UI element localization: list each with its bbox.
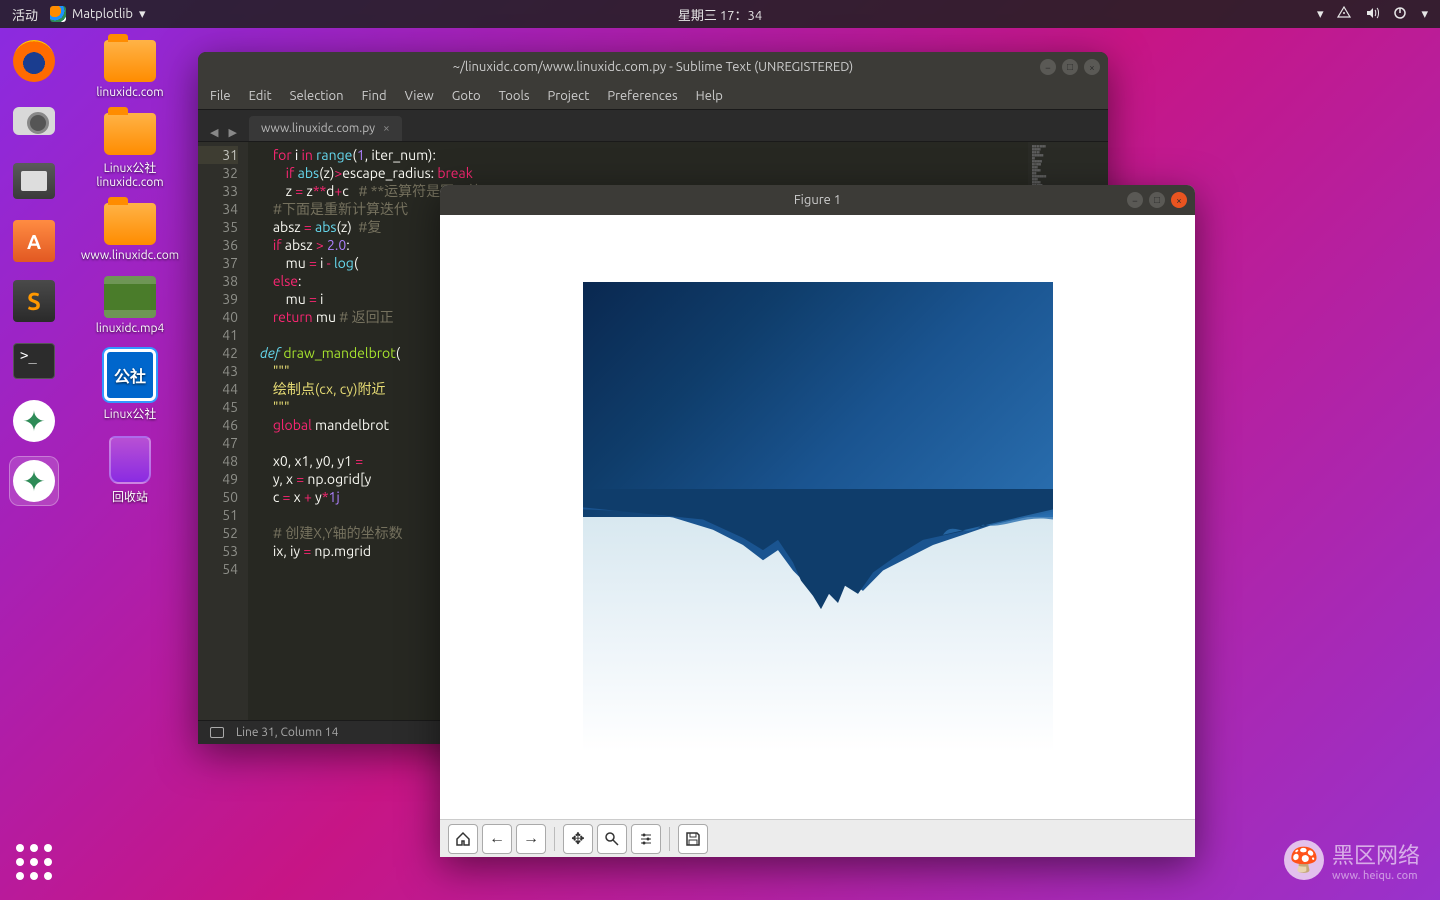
window-title: Figure 1 [794, 193, 841, 207]
minimize-button[interactable]: − [1040, 59, 1056, 75]
back-button[interactable]: ← [482, 824, 512, 854]
terminal-icon [13, 343, 55, 379]
desktop-folder-1[interactable]: linuxidc.com [90, 40, 170, 99]
firefox-icon [13, 40, 55, 82]
figure-canvas[interactable] [440, 215, 1195, 819]
app-menu[interactable]: Matplotlib ▾ [50, 6, 146, 22]
launcher-matplotlib-2[interactable] [9, 456, 59, 506]
tab-file[interactable]: www.linuxidc.com.py × [249, 116, 402, 141]
app-name-label: Matplotlib [72, 7, 133, 21]
figure-titlebar[interactable]: Figure 1 − □ × [440, 185, 1195, 215]
pan-button[interactable]: ✥ [563, 824, 593, 854]
sublime-tabbar: ◀▶ www.linuxidc.com.py × [198, 110, 1108, 142]
camera-icon [13, 107, 55, 135]
tab-close-icon[interactable]: × [383, 122, 390, 135]
mandelbrot-plot [583, 282, 1053, 752]
sublime-menubar: File Edit Selection Find View Goto Tools… [198, 82, 1108, 110]
figure-window: Figure 1 − □ × ← → ✥ [440, 185, 1195, 857]
window-title: ~/linuxidc.com/www.linuxidc.com.py - Sub… [453, 60, 853, 74]
watermark-text: 黑区网络 [1332, 838, 1420, 870]
desktop-link[interactable]: 公社 Linux公社 [90, 349, 170, 422]
sublime-icon [13, 280, 55, 322]
home-button[interactable] [448, 824, 478, 854]
configure-button[interactable] [631, 824, 661, 854]
forward-button[interactable]: → [516, 824, 546, 854]
desktop-folder-3[interactable]: www.linuxidc.com [90, 203, 170, 262]
folder-icon [104, 203, 156, 245]
icon-label: linuxidc.mp4 [96, 322, 165, 335]
launcher-files[interactable] [9, 156, 59, 206]
maximize-button[interactable]: □ [1149, 192, 1165, 208]
menu-tools[interactable]: Tools [499, 89, 530, 103]
show-apps-button[interactable] [16, 844, 52, 880]
clock[interactable]: 星期三 17：34 [678, 5, 762, 24]
icon-label: Linux公社 linuxidc.com [90, 159, 170, 189]
matplotlib-toolbar: ← → ✥ [440, 819, 1195, 857]
icon-label: linuxidc.com [96, 86, 163, 99]
menu-help[interactable]: Help [696, 89, 723, 103]
input-source-icon[interactable]: ▾ [1317, 7, 1324, 22]
icon-label: 回收站 [112, 488, 148, 505]
nav-back-icon[interactable]: ◀ [206, 124, 222, 141]
matplotlib-icon [13, 400, 55, 442]
launcher-camera[interactable] [9, 96, 59, 146]
desktop-trash[interactable]: 回收站 [90, 436, 170, 505]
launcher-terminal[interactable] [9, 336, 59, 386]
matplotlib-icon [13, 460, 55, 502]
files-icon [13, 163, 55, 199]
icon-label: www.linuxidc.com [81, 249, 179, 262]
watermark-icon: 🍄 [1284, 840, 1324, 880]
folder-icon [104, 113, 156, 155]
tab-label: www.linuxidc.com.py [261, 122, 375, 135]
menu-project[interactable]: Project [548, 89, 590, 103]
folder-icon [104, 40, 156, 82]
system-dropdown-icon[interactable]: ▾ [1421, 7, 1428, 22]
launcher-dock [0, 28, 68, 900]
sublime-titlebar[interactable]: ~/linuxidc.com/www.linuxidc.com.py - Sub… [198, 52, 1108, 82]
nav-forward-icon[interactable]: ▶ [224, 124, 240, 141]
power-icon[interactable] [1393, 6, 1407, 23]
matplotlib-icon [50, 6, 66, 22]
launcher-matplotlib-1[interactable] [9, 396, 59, 446]
zoom-button[interactable] [597, 824, 627, 854]
menu-file[interactable]: File [210, 89, 231, 103]
close-button[interactable]: × [1084, 59, 1100, 75]
desktop-video[interactable]: linuxidc.mp4 [90, 276, 170, 335]
close-button[interactable]: × [1171, 192, 1187, 208]
maximize-button[interactable]: □ [1062, 59, 1078, 75]
logo-icon: 公社 [104, 349, 156, 401]
icon-label: Linux公社 [104, 405, 157, 422]
desktop-icons: linuxidc.com Linux公社 linuxidc.com www.li… [90, 40, 170, 505]
menu-preferences[interactable]: Preferences [607, 89, 677, 103]
menu-view[interactable]: View [405, 89, 434, 103]
volume-icon[interactable] [1365, 6, 1379, 23]
menu-goto[interactable]: Goto [452, 89, 481, 103]
top-panel: 活动 Matplotlib ▾ 星期三 17：34 ▾ ▾ [0, 0, 1440, 28]
menu-selection[interactable]: Selection [290, 89, 344, 103]
dropdown-arrow-icon: ▾ [139, 7, 146, 22]
launcher-firefox[interactable] [9, 36, 59, 86]
panel-icon[interactable] [210, 727, 224, 738]
watermark-url: www. heiqu. com [1332, 870, 1420, 882]
launcher-sublime[interactable] [9, 276, 59, 326]
menu-find[interactable]: Find [362, 89, 387, 103]
watermark: 🍄 黑区网络 www. heiqu. com [1284, 838, 1420, 882]
line-gutter: 3132333435363738394041424344454647484950… [198, 142, 248, 720]
software-icon [13, 220, 55, 262]
save-button[interactable] [678, 824, 708, 854]
trash-icon [109, 436, 151, 484]
video-icon [104, 276, 156, 318]
network-icon[interactable] [1337, 6, 1351, 23]
menu-edit[interactable]: Edit [249, 89, 272, 103]
desktop-folder-2[interactable]: Linux公社 linuxidc.com [90, 113, 170, 189]
cursor-position: Line 31, Column 14 [236, 726, 338, 739]
minimize-button[interactable]: − [1127, 192, 1143, 208]
launcher-software[interactable] [9, 216, 59, 266]
activities-button[interactable]: 活动 [12, 5, 38, 24]
